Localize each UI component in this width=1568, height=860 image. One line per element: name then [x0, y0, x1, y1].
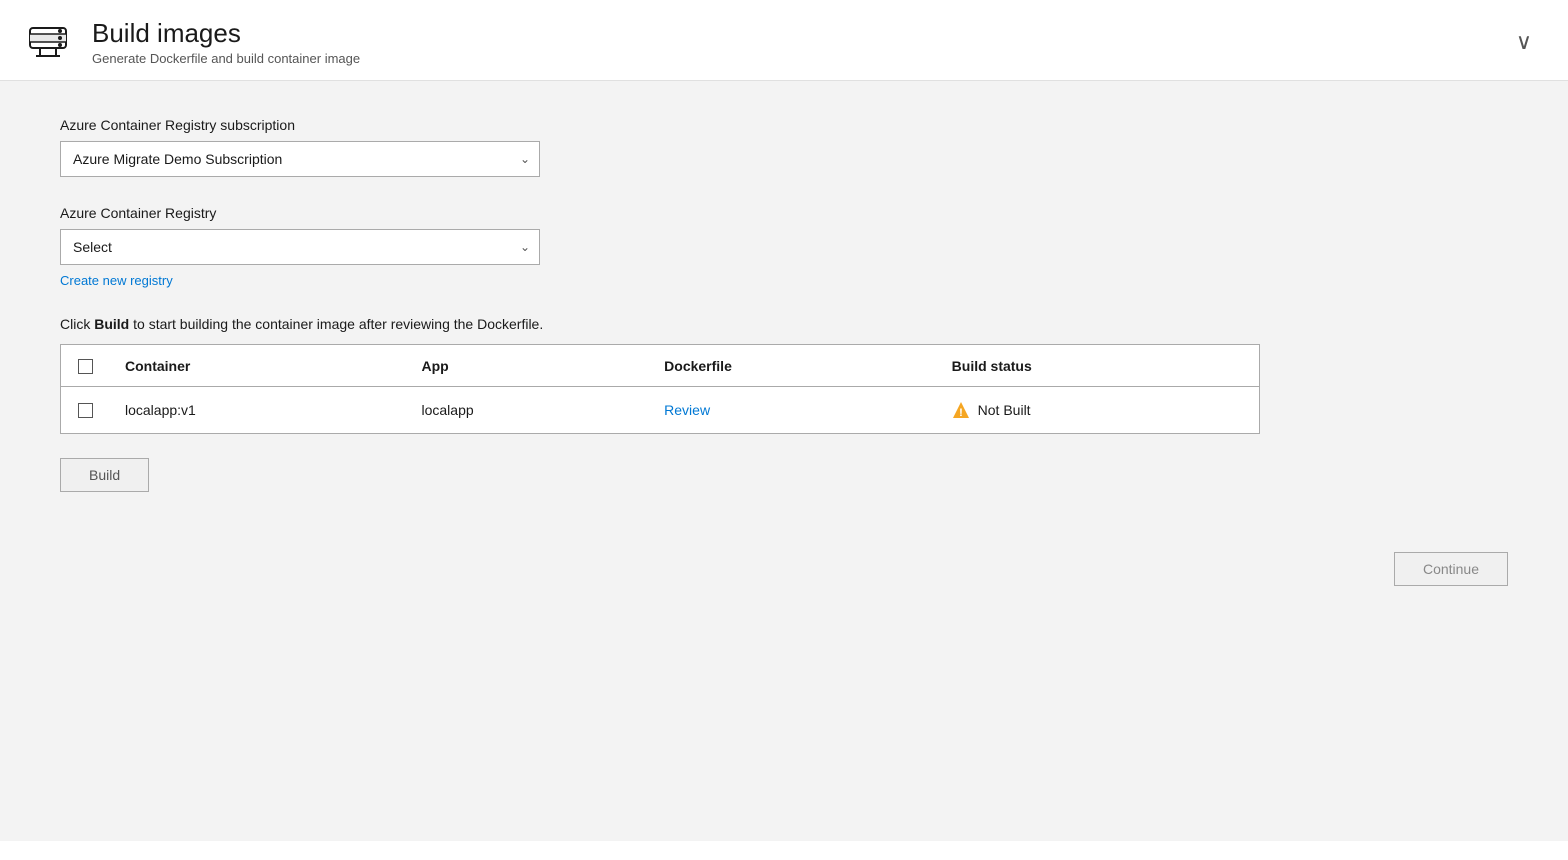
create-registry-link[interactable]: Create new registry	[60, 273, 173, 288]
page-title: Build images	[92, 18, 360, 49]
top-bar: Build images Generate Dockerfile and bui…	[0, 0, 1568, 81]
server-icon	[24, 18, 72, 66]
select-all-checkbox[interactable]	[78, 359, 93, 374]
row-checkbox-cell	[61, 386, 109, 433]
instruction-text: Click Build to start building the contai…	[60, 316, 1508, 332]
registry-label: Azure Container Registry	[60, 205, 1508, 221]
build-button[interactable]: Build	[60, 458, 149, 492]
row-checkbox[interactable]	[78, 403, 93, 418]
build-button-row: Build	[60, 458, 1508, 492]
build-status-text: Not Built	[978, 402, 1031, 418]
collapse-button[interactable]: ∨	[1508, 25, 1540, 59]
registry-select-wrapper: Select ⌄	[60, 229, 540, 265]
review-link[interactable]: Review	[664, 402, 710, 418]
instruction-bold: Build	[94, 316, 129, 332]
svg-text:!: !	[959, 407, 963, 419]
row-build-status: ! Not Built	[936, 386, 1259, 433]
continue-button[interactable]: Continue	[1394, 552, 1508, 586]
col-container: Container	[109, 345, 406, 386]
registry-section: Azure Container Registry Select ⌄ Create…	[60, 205, 1508, 288]
registry-select[interactable]: Select	[60, 229, 540, 265]
subscription-select-wrapper: Azure Migrate Demo Subscription ⌄	[60, 141, 540, 177]
subscription-label: Azure Container Registry subscription	[60, 117, 1508, 133]
page-subtitle: Generate Dockerfile and build container …	[92, 51, 360, 66]
col-app: App	[406, 345, 649, 386]
instruction-suffix: to start building the container image af…	[129, 316, 543, 332]
table-row: localapp:v1 localapp Review ! Not Built	[61, 386, 1259, 433]
instruction-prefix: Click	[60, 316, 94, 332]
col-dockerfile: Dockerfile	[648, 345, 936, 386]
footer-row: Continue	[60, 552, 1508, 586]
row-app: localapp	[406, 386, 649, 433]
header-left: Build images Generate Dockerfile and bui…	[24, 18, 360, 66]
build-table: Container App Dockerfile Build status lo…	[60, 344, 1260, 434]
subscription-section: Azure Container Registry subscription Az…	[60, 117, 1508, 177]
warning-icon: !	[952, 401, 970, 419]
subscription-select[interactable]: Azure Migrate Demo Subscription	[60, 141, 540, 177]
main-content: Azure Container Registry subscription Az…	[0, 81, 1568, 841]
col-build-status: Build status	[936, 345, 1259, 386]
build-status-cell: ! Not Built	[952, 401, 1243, 419]
col-checkbox	[61, 345, 109, 386]
table-header-row: Container App Dockerfile Build status	[61, 345, 1259, 386]
title-block: Build images Generate Dockerfile and bui…	[92, 18, 360, 66]
row-dockerfile: Review	[648, 386, 936, 433]
row-container: localapp:v1	[109, 386, 406, 433]
